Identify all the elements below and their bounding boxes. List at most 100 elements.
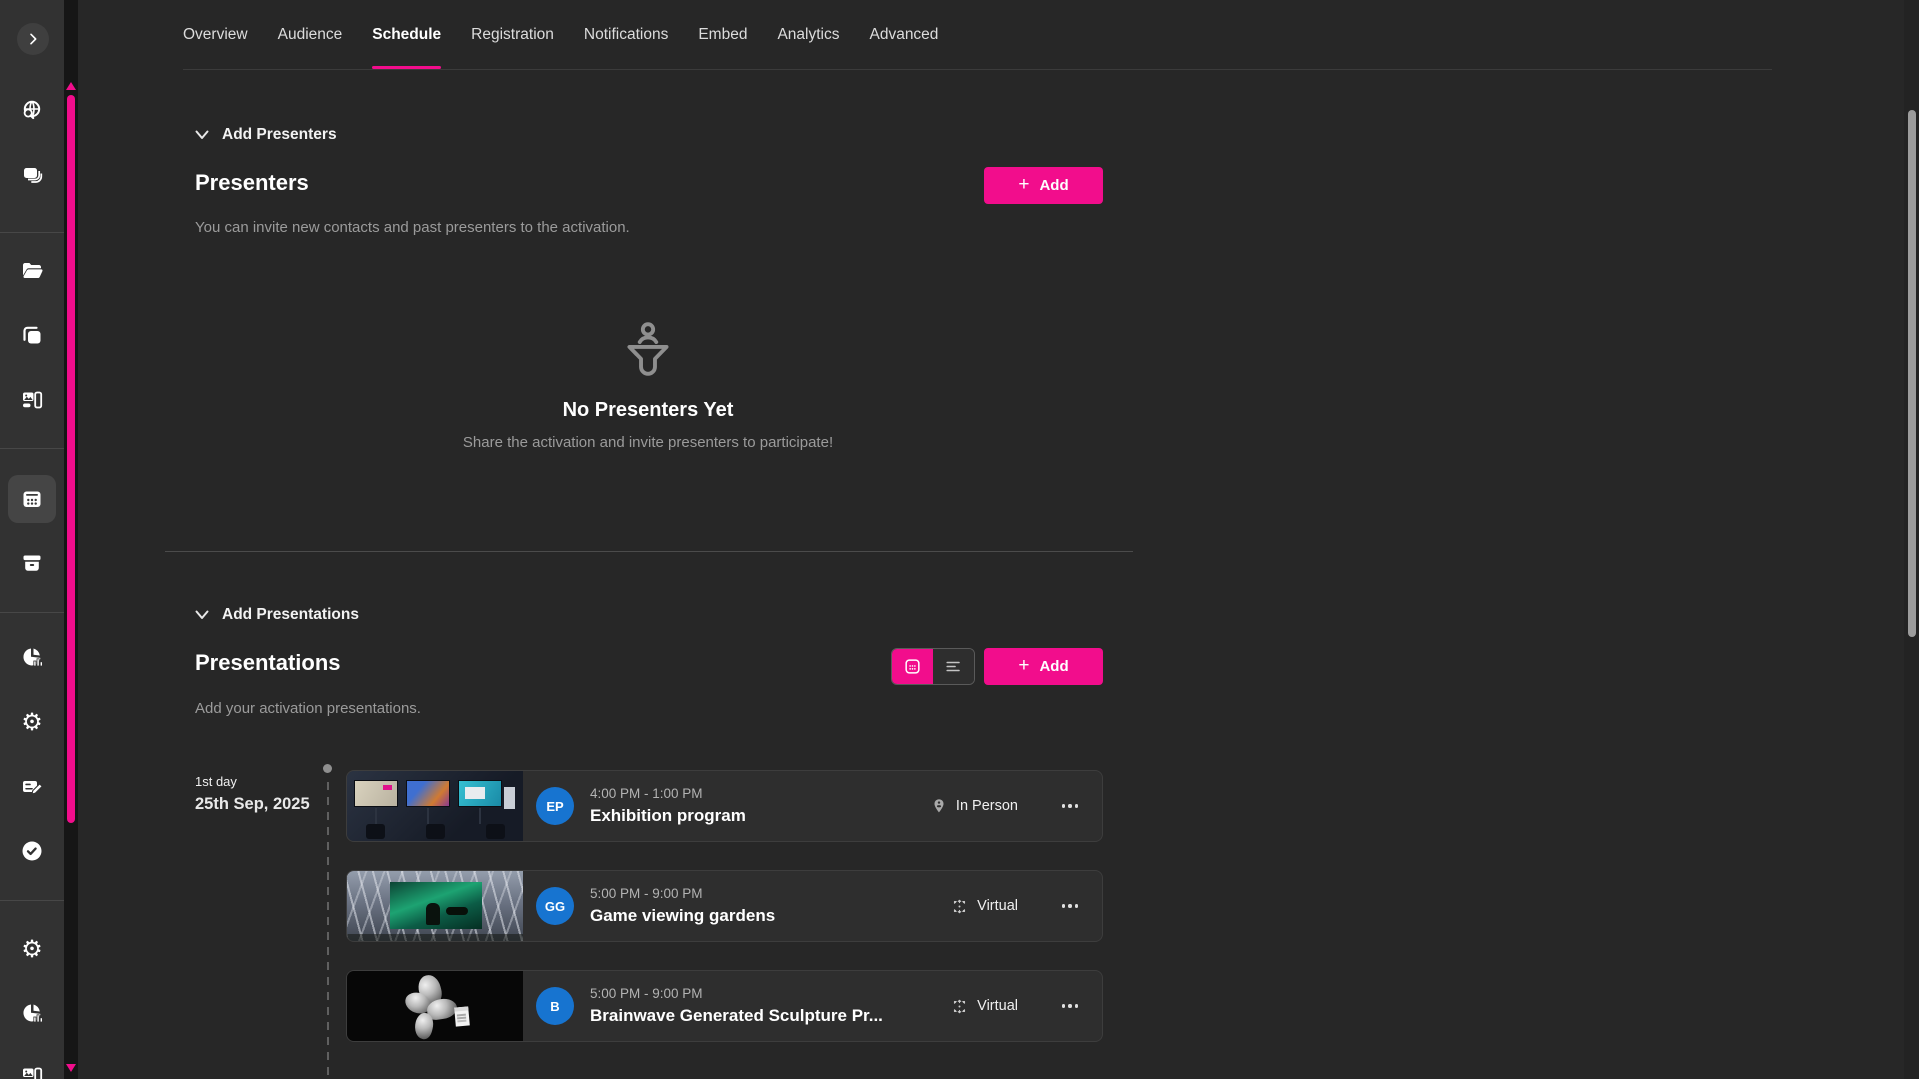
event-schedule-page: ⚙ ⚙ xyxy=(0,0,1919,1079)
gear-icon: ⚙ xyxy=(21,710,43,734)
sidebar-item-files[interactable] xyxy=(20,259,44,283)
tab-embed[interactable]: Embed xyxy=(698,0,747,70)
sidebar-divider xyxy=(0,448,64,449)
media-kit-icon xyxy=(20,1064,44,1079)
folder-open-icon xyxy=(20,259,44,283)
sidebar-divider xyxy=(0,612,64,613)
tab-registration[interactable]: Registration xyxy=(471,0,554,70)
presentation-mode-label: In Person xyxy=(956,798,1018,814)
sidebar-item-archive[interactable] xyxy=(20,551,44,575)
add-presenter-button-label: Add xyxy=(1039,177,1068,194)
tab-advanced[interactable]: Advanced xyxy=(869,0,938,70)
archive-icon xyxy=(20,551,44,575)
sidebar-item-settings-secondary[interactable]: ⚙ xyxy=(20,937,44,961)
tab-notifications[interactable]: Notifications xyxy=(584,0,668,70)
presentations-title: Presentations xyxy=(195,650,341,676)
gear-icon: ⚙ xyxy=(21,937,43,961)
tab-schedule[interactable]: Schedule xyxy=(372,0,441,70)
add-presentation-button[interactable]: + Add xyxy=(984,648,1103,685)
scroll-up-arrow-icon[interactable] xyxy=(66,82,76,90)
sidebar-item-discover[interactable] xyxy=(20,98,44,122)
sidebar-item-schedule-active[interactable] xyxy=(8,475,56,523)
calendar-icon xyxy=(20,487,44,511)
presentations-description: Add your activation presentations. xyxy=(195,700,421,717)
avatar: EP xyxy=(536,787,574,825)
tab-bar: Overview Audience Schedule Registration … xyxy=(183,0,938,70)
tab-audience[interactable]: Audience xyxy=(278,0,343,70)
sidebar-divider xyxy=(0,232,64,233)
sidebar-item-media-kit[interactable] xyxy=(20,388,44,412)
add-presentations-collapse[interactable]: Add Presentations xyxy=(195,606,359,624)
virtual-360-icon xyxy=(951,898,968,915)
presentation-card-brainwave-sculpture[interactable]: B 5:00 PM - 9:00 PM Brainwave Generated … xyxy=(346,970,1103,1042)
check-circle-icon xyxy=(20,839,44,863)
chevron-right-icon xyxy=(25,31,41,47)
add-presenter-button[interactable]: + Add xyxy=(984,167,1103,204)
view-toggle xyxy=(891,648,975,685)
virtual-360-icon xyxy=(951,998,968,1015)
sidebar-item-activations[interactable] xyxy=(20,163,44,187)
chevron-down-icon xyxy=(195,130,209,140)
presentation-title: Brainwave Generated Sculpture Pr... xyxy=(590,1006,883,1026)
podium-presenter-icon xyxy=(617,318,679,380)
left-scrollbar-thumb[interactable] xyxy=(67,95,75,823)
scroll-down-arrow-icon[interactable] xyxy=(66,1064,76,1072)
calendar-grid-icon xyxy=(903,657,922,676)
chevron-down-icon xyxy=(195,610,209,620)
timeline-dashed-line xyxy=(327,782,329,1079)
sidebar-item-registration-card[interactable] xyxy=(20,775,44,799)
card-edit-icon xyxy=(20,775,44,799)
left-scrollbar-track[interactable] xyxy=(64,0,78,1079)
list-view-icon xyxy=(944,657,963,676)
sidebar: ⚙ ⚙ xyxy=(0,0,64,1079)
cards-stack-icon xyxy=(20,163,44,187)
schedule-day-label: 1st day xyxy=(195,774,237,789)
schedule-view-button[interactable] xyxy=(892,649,933,684)
presentation-mode: In Person xyxy=(931,798,1018,814)
presentation-mode-label: Virtual xyxy=(977,998,1018,1014)
presenters-description: You can invite new contacts and past pre… xyxy=(195,219,630,236)
add-presentations-label: Add Presentations xyxy=(222,606,359,624)
presentation-card-exhibition-program[interactable]: EP 4:00 PM - 1:00 PM Exhibition program … xyxy=(346,770,1103,842)
presentation-title: Exhibition program xyxy=(590,806,746,826)
presentation-thumbnail xyxy=(347,871,523,941)
right-scrollbar-thumb[interactable] xyxy=(1908,110,1916,637)
presentation-card-game-viewing-gardens[interactable]: GG 5:00 PM - 9:00 PM Game viewing garden… xyxy=(346,870,1103,942)
sidebar-expand-button[interactable] xyxy=(17,23,49,55)
more-options-icon[interactable] xyxy=(1060,998,1081,1014)
empty-state-title: No Presenters Yet xyxy=(198,396,1098,424)
plus-icon: + xyxy=(1018,175,1029,194)
right-scrollbar-track[interactable] xyxy=(1904,0,1919,1079)
presenters-title: Presenters xyxy=(195,170,309,196)
sidebar-item-media-kit-secondary[interactable] xyxy=(20,1064,44,1079)
presentation-thumbnail xyxy=(347,971,523,1041)
add-presenters-collapse[interactable]: Add Presenters xyxy=(195,126,337,144)
more-options-icon[interactable] xyxy=(1060,898,1081,914)
presentation-thumbnail xyxy=(347,771,523,841)
media-kit-icon xyxy=(20,388,44,412)
presentation-mode: Virtual xyxy=(951,898,1018,915)
presentation-time: 5:00 PM - 9:00 PM xyxy=(590,986,883,1001)
more-options-icon[interactable] xyxy=(1060,798,1081,814)
presentation-mode-label: Virtual xyxy=(977,898,1018,914)
globe-search-icon xyxy=(20,98,44,122)
sidebar-item-templates[interactable] xyxy=(20,323,44,347)
sidebar-item-settings[interactable]: ⚙ xyxy=(20,710,44,734)
presentation-mode: Virtual xyxy=(951,998,1018,1015)
tab-overview[interactable]: Overview xyxy=(183,0,248,70)
schedule-date-label: 25th Sep, 2025 xyxy=(195,795,310,814)
section-divider xyxy=(165,551,1133,552)
list-view-button[interactable] xyxy=(933,649,974,684)
add-presenters-label: Add Presenters xyxy=(222,126,337,144)
tab-analytics[interactable]: Analytics xyxy=(777,0,839,70)
timeline-dot xyxy=(323,764,332,773)
pie-analytics-icon xyxy=(20,645,44,669)
sidebar-item-analytics-secondary[interactable] xyxy=(20,1001,44,1025)
add-presentation-button-label: Add xyxy=(1039,658,1068,675)
sidebar-item-checkin[interactable] xyxy=(20,839,44,863)
copy-icon xyxy=(20,323,44,347)
plus-icon: + xyxy=(1018,656,1029,675)
presenters-empty-state: No Presenters Yet Share the activation a… xyxy=(198,318,1098,451)
sidebar-item-analytics[interactable] xyxy=(20,645,44,669)
location-pin-icon xyxy=(931,798,947,814)
